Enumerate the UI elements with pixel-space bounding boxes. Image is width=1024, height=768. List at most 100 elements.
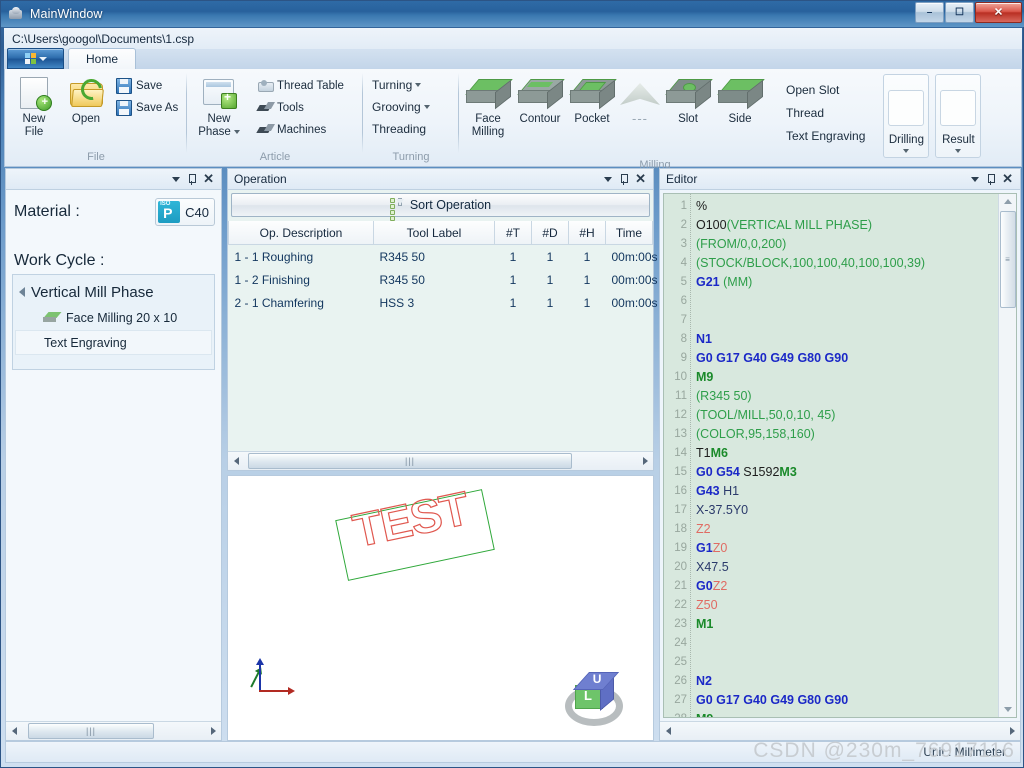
operation-horizontal-scrollbar[interactable]: |||: [228, 451, 653, 470]
gcode-line[interactable]: M1: [691, 615, 998, 634]
pin-icon[interactable]: [619, 173, 629, 185]
column-t[interactable]: #T: [494, 221, 532, 245]
gcode-line[interactable]: (FROM/0,0,200): [691, 235, 998, 254]
gcode-text[interactable]: % O100(VERTICAL MILL PHASE) (FROM/0,0,200)…: [691, 194, 998, 717]
chevron-down-icon[interactable]: [172, 176, 181, 182]
turning-button[interactable]: Turning: [366, 74, 427, 96]
close-icon[interactable]: ✕: [635, 172, 646, 185]
tree-item-text-engraving[interactable]: Text Engraving: [15, 330, 212, 355]
gcode-line[interactable]: [691, 653, 998, 672]
gcode-line[interactable]: G0 G54 S1592M3: [691, 463, 998, 482]
new-phase-button[interactable]: New Phase: [190, 73, 248, 138]
gcode-line[interactable]: (COLOR,95,158,160): [691, 425, 998, 444]
scroll-track[interactable]: |||: [244, 453, 637, 469]
scroll-right-arrow-icon[interactable]: [637, 453, 653, 469]
save-button[interactable]: Save: [112, 75, 182, 96]
3d-viewport[interactable]: TEST L U: [227, 475, 654, 741]
scroll-thumb[interactable]: |||: [248, 453, 572, 469]
gcode-editor[interactable]: 1 2 3 4 5 6 7 8 9 10 11 12 13 14 15 16 17 18 19 20 21 22 23 24 2…: [663, 193, 1017, 718]
pocket-button[interactable]: Pocket: [566, 73, 618, 126]
gcode-line[interactable]: (R345 50): [691, 387, 998, 406]
new-file-button[interactable]: + New File: [8, 73, 60, 138]
scroll-left-arrow-icon[interactable]: [660, 723, 676, 739]
curved-surface-button[interactable]: ---: [618, 73, 662, 126]
gcode-line[interactable]: [691, 292, 998, 311]
close-icon[interactable]: ✕: [1002, 172, 1013, 185]
gcode-line[interactable]: [691, 311, 998, 330]
scroll-thumb[interactable]: ≡: [999, 211, 1016, 308]
pin-icon[interactable]: [986, 173, 996, 185]
face-milling-button[interactable]: Face Milling: [462, 73, 514, 138]
tree-node-vertical-mill-phase[interactable]: Vertical Mill Phase: [13, 279, 214, 305]
close-button[interactable]: ✕: [975, 2, 1022, 23]
scroll-thumb[interactable]: |||: [28, 723, 154, 739]
chevron-down-icon[interactable]: [971, 176, 980, 182]
gcode-line[interactable]: N2: [691, 672, 998, 691]
gcode-line[interactable]: X-37.5Y0: [691, 501, 998, 520]
minimize-button[interactable]: –: [915, 2, 944, 23]
table-row[interactable]: 1 - 2 Finishing R345 50 1 1 1 00m:00s: [229, 268, 658, 291]
slot-button[interactable]: Slot: [662, 73, 714, 126]
column-h[interactable]: #H: [568, 221, 606, 245]
application-menu-button[interactable]: [7, 48, 64, 69]
left-panel-horizontal-scrollbar[interactable]: |||: [6, 721, 221, 740]
gcode-line[interactable]: G43 H1: [691, 482, 998, 501]
scroll-track[interactable]: |||: [22, 723, 205, 739]
column-op-description[interactable]: Op. Description: [228, 221, 374, 245]
gcode-line[interactable]: N1: [691, 330, 998, 349]
expand-triangle-icon[interactable]: [19, 287, 25, 297]
scroll-left-arrow-icon[interactable]: [6, 723, 22, 739]
gcode-line[interactable]: [691, 634, 998, 653]
grooving-button[interactable]: Grooving: [366, 96, 436, 118]
chevron-down-icon[interactable]: [604, 176, 613, 182]
save-as-button[interactable]: Save As: [112, 97, 182, 118]
gcode-line[interactable]: M9: [691, 710, 998, 717]
contour-button[interactable]: Contour: [514, 73, 566, 126]
text-engraving-button[interactable]: Text Engraving: [780, 125, 871, 147]
scroll-right-arrow-icon[interactable]: [205, 723, 221, 739]
maximize-button[interactable]: ☐: [945, 2, 974, 23]
gcode-line[interactable]: T1M6: [691, 444, 998, 463]
gcode-line[interactable]: (STOCK/BLOCK,100,100,40,100,100,39): [691, 254, 998, 273]
table-row[interactable]: 2 - 1 Chamfering HSS 3 1 1 1 00m:00s: [229, 291, 658, 314]
gcode-line[interactable]: G1Z0: [691, 539, 998, 558]
gcode-line[interactable]: M9: [691, 368, 998, 387]
tree-item-face-milling[interactable]: Face Milling 20 x 10: [13, 305, 214, 330]
gcode-line[interactable]: (TOOL/MILL,50,0,10, 45): [691, 406, 998, 425]
gcode-line[interactable]: G0Z2: [691, 577, 998, 596]
gcode-line[interactable]: Z50: [691, 596, 998, 615]
gcode-line[interactable]: G21 (MM): [691, 273, 998, 292]
close-icon[interactable]: ✕: [203, 172, 214, 185]
scroll-up-arrow-icon[interactable]: [1000, 194, 1015, 209]
gcode-line[interactable]: G0 G17 G40 G49 G80 G90: [691, 349, 998, 368]
table-row[interactable]: 1 - 1 Roughing R345 50 1 1 1 00m:00s: [229, 245, 658, 269]
material-selector[interactable]: ISO P C40: [155, 198, 215, 226]
open-button[interactable]: Open: [60, 73, 112, 126]
scroll-left-arrow-icon[interactable]: [228, 453, 244, 469]
machines-button[interactable]: Machines: [254, 119, 348, 140]
gcode-line[interactable]: O100(VERTICAL MILL PHASE): [691, 216, 998, 235]
scroll-right-arrow-icon[interactable]: [1004, 723, 1020, 739]
column-d[interactable]: #D: [531, 221, 569, 245]
sort-operation-button[interactable]: Sort Operation: [231, 193, 650, 221]
gcode-line[interactable]: Z2: [691, 520, 998, 539]
column-time[interactable]: Time: [605, 221, 653, 245]
side-button[interactable]: Side: [714, 73, 766, 126]
threading-button[interactable]: Threading: [366, 118, 432, 140]
pin-icon[interactable]: [187, 173, 197, 185]
tools-button[interactable]: Tools: [254, 97, 348, 118]
editor-horizontal-scrollbar[interactable]: [660, 721, 1020, 740]
column-tool-label[interactable]: Tool Label: [373, 221, 495, 245]
gcode-line[interactable]: X47.5: [691, 558, 998, 577]
scroll-down-arrow-icon[interactable]: [1000, 702, 1015, 717]
editor-vertical-scrollbar[interactable]: ≡: [998, 194, 1016, 717]
open-slot-button[interactable]: Open Slot: [780, 79, 871, 101]
gcode-line[interactable]: %: [691, 197, 998, 216]
gcode-line[interactable]: G0 G17 G40 G49 G80 G90: [691, 691, 998, 710]
tab-home[interactable]: Home: [68, 48, 137, 69]
view-cube[interactable]: L U: [565, 668, 627, 726]
thread-button[interactable]: Thread: [780, 102, 871, 124]
drilling-button[interactable]: Drilling: [883, 74, 930, 158]
thread-table-button[interactable]: Thread Table: [254, 75, 348, 96]
result-button[interactable]: Result: [935, 74, 982, 158]
